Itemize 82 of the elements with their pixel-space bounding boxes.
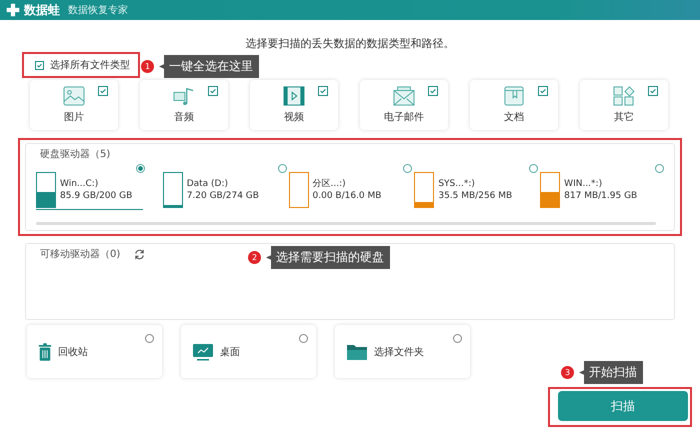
- trash-icon: [38, 342, 52, 360]
- callout-tooltip: 一键全选在这里: [159, 55, 259, 78]
- drive-name: 分区...:): [312, 178, 347, 190]
- drive-name: Win...C:): [60, 178, 100, 190]
- callout-tooltip: 开始扫描: [579, 361, 643, 384]
- drive-size: 7.20 GB/274 GB: [186, 190, 259, 202]
- file-type-card[interactable]: 文档: [470, 80, 558, 130]
- checkmark-icon: [36, 62, 43, 68]
- drive-item[interactable]: Data (D:) 7.20 GB/274 GB: [162, 164, 287, 210]
- checkmark-icon: [649, 87, 657, 95]
- folder-icon: [346, 342, 368, 360]
- section-title: 硬盘驱动器（5): [40, 148, 110, 161]
- drive-item[interactable]: SYS...*:) 35.5 MB/256 MB: [414, 164, 538, 210]
- location-label: 回收站: [58, 346, 88, 358]
- checkmark-icon: [99, 87, 107, 95]
- location-label: 桌面: [220, 346, 240, 358]
- radio-button[interactable]: [136, 164, 145, 173]
- checkbox[interactable]: [98, 86, 108, 96]
- envelope-icon: [393, 86, 415, 106]
- file-type-label: 视频: [284, 110, 304, 124]
- document-icon: [503, 86, 525, 106]
- checkbox[interactable]: [318, 86, 328, 96]
- file-type-label: 其它: [614, 110, 634, 124]
- radio-button[interactable]: [403, 164, 412, 173]
- step-badge: 3: [561, 366, 574, 379]
- scan-button[interactable]: 扫描: [558, 391, 688, 421]
- file-type-card[interactable]: 视频: [250, 80, 338, 130]
- checkbox[interactable]: [208, 86, 218, 96]
- checkmark-icon: [429, 87, 437, 95]
- step-badge: 1: [141, 60, 154, 73]
- location-card[interactable]: 回收站: [27, 325, 162, 378]
- file-type-label: 文档: [504, 110, 524, 124]
- file-type-card[interactable]: 图片: [30, 80, 118, 130]
- radio-button[interactable]: [453, 334, 462, 343]
- drive-usage-icon: [36, 172, 56, 208]
- drive-name: Data (D:): [186, 178, 230, 190]
- checkmark-icon: [319, 87, 327, 95]
- music-note-icon: [173, 86, 195, 106]
- file-type-label: 音频: [174, 110, 194, 124]
- cross-logo-icon: [6, 3, 20, 17]
- location-label: 选择文件夹: [374, 346, 424, 358]
- radio-button[interactable]: [278, 164, 287, 173]
- drive-size: 0.00 B/16.0 MB: [312, 190, 382, 202]
- callout-tooltip: 选择需要扫描的硬盘: [266, 246, 390, 269]
- radio-button[interactable]: [529, 164, 538, 173]
- picture-icon: [63, 86, 85, 106]
- app-subtitle: 数据恢复专家: [68, 4, 128, 17]
- drive-name: WIN...*:): [564, 178, 604, 190]
- page-heading: 选择要扫描的丢失数据的数据类型和路径。: [244, 36, 456, 52]
- checkbox[interactable]: [428, 86, 438, 96]
- section-title: 可移动驱动器（0): [40, 248, 120, 261]
- location-card[interactable]: 选择文件夹: [335, 325, 470, 378]
- file-type-card[interactable]: 音频: [140, 80, 228, 130]
- file-type-card[interactable]: 其它: [580, 80, 668, 130]
- radio-button[interactable]: [655, 164, 664, 173]
- select-all-checkbox[interactable]: 选择所有文件类型: [35, 58, 130, 72]
- drive-usage-icon: [162, 172, 183, 208]
- checkbox[interactable]: [648, 86, 658, 96]
- checkmark-icon: [539, 87, 547, 95]
- drive-name: SYS...*:): [438, 178, 476, 190]
- file-type-label: 图片: [64, 110, 84, 124]
- drive-item[interactable]: WIN...*:) 817 MB/1.95 GB: [540, 164, 664, 210]
- checkmark-icon: [209, 87, 217, 95]
- app-name: 数据蛙: [24, 2, 60, 18]
- drive-size: 35.5 MB/256 MB: [438, 190, 512, 202]
- film-icon: [283, 86, 305, 106]
- drive-item[interactable]: Win...C:) 85.9 GB/200 GB: [36, 164, 143, 210]
- drive-usage-icon: [414, 172, 434, 208]
- monitor-icon: [192, 342, 214, 360]
- drive-size: 817 MB/1.95 GB: [564, 190, 638, 202]
- refresh-icon[interactable]: [134, 248, 146, 260]
- checkbox[interactable]: [538, 86, 548, 96]
- radio-button[interactable]: [299, 334, 308, 343]
- grid-icon: [613, 86, 635, 106]
- radio-button[interactable]: [145, 334, 154, 343]
- location-card[interactable]: 桌面: [181, 325, 316, 378]
- file-type-card[interactable]: 电子邮件: [360, 80, 448, 130]
- drive-size: 85.9 GB/200 GB: [60, 190, 132, 202]
- scrollbar[interactable]: [36, 222, 656, 225]
- drive-usage-icon: [540, 172, 560, 208]
- file-type-label: 电子邮件: [384, 110, 424, 124]
- drive-item[interactable]: 分区...:) 0.00 B/16.0 MB: [288, 164, 412, 210]
